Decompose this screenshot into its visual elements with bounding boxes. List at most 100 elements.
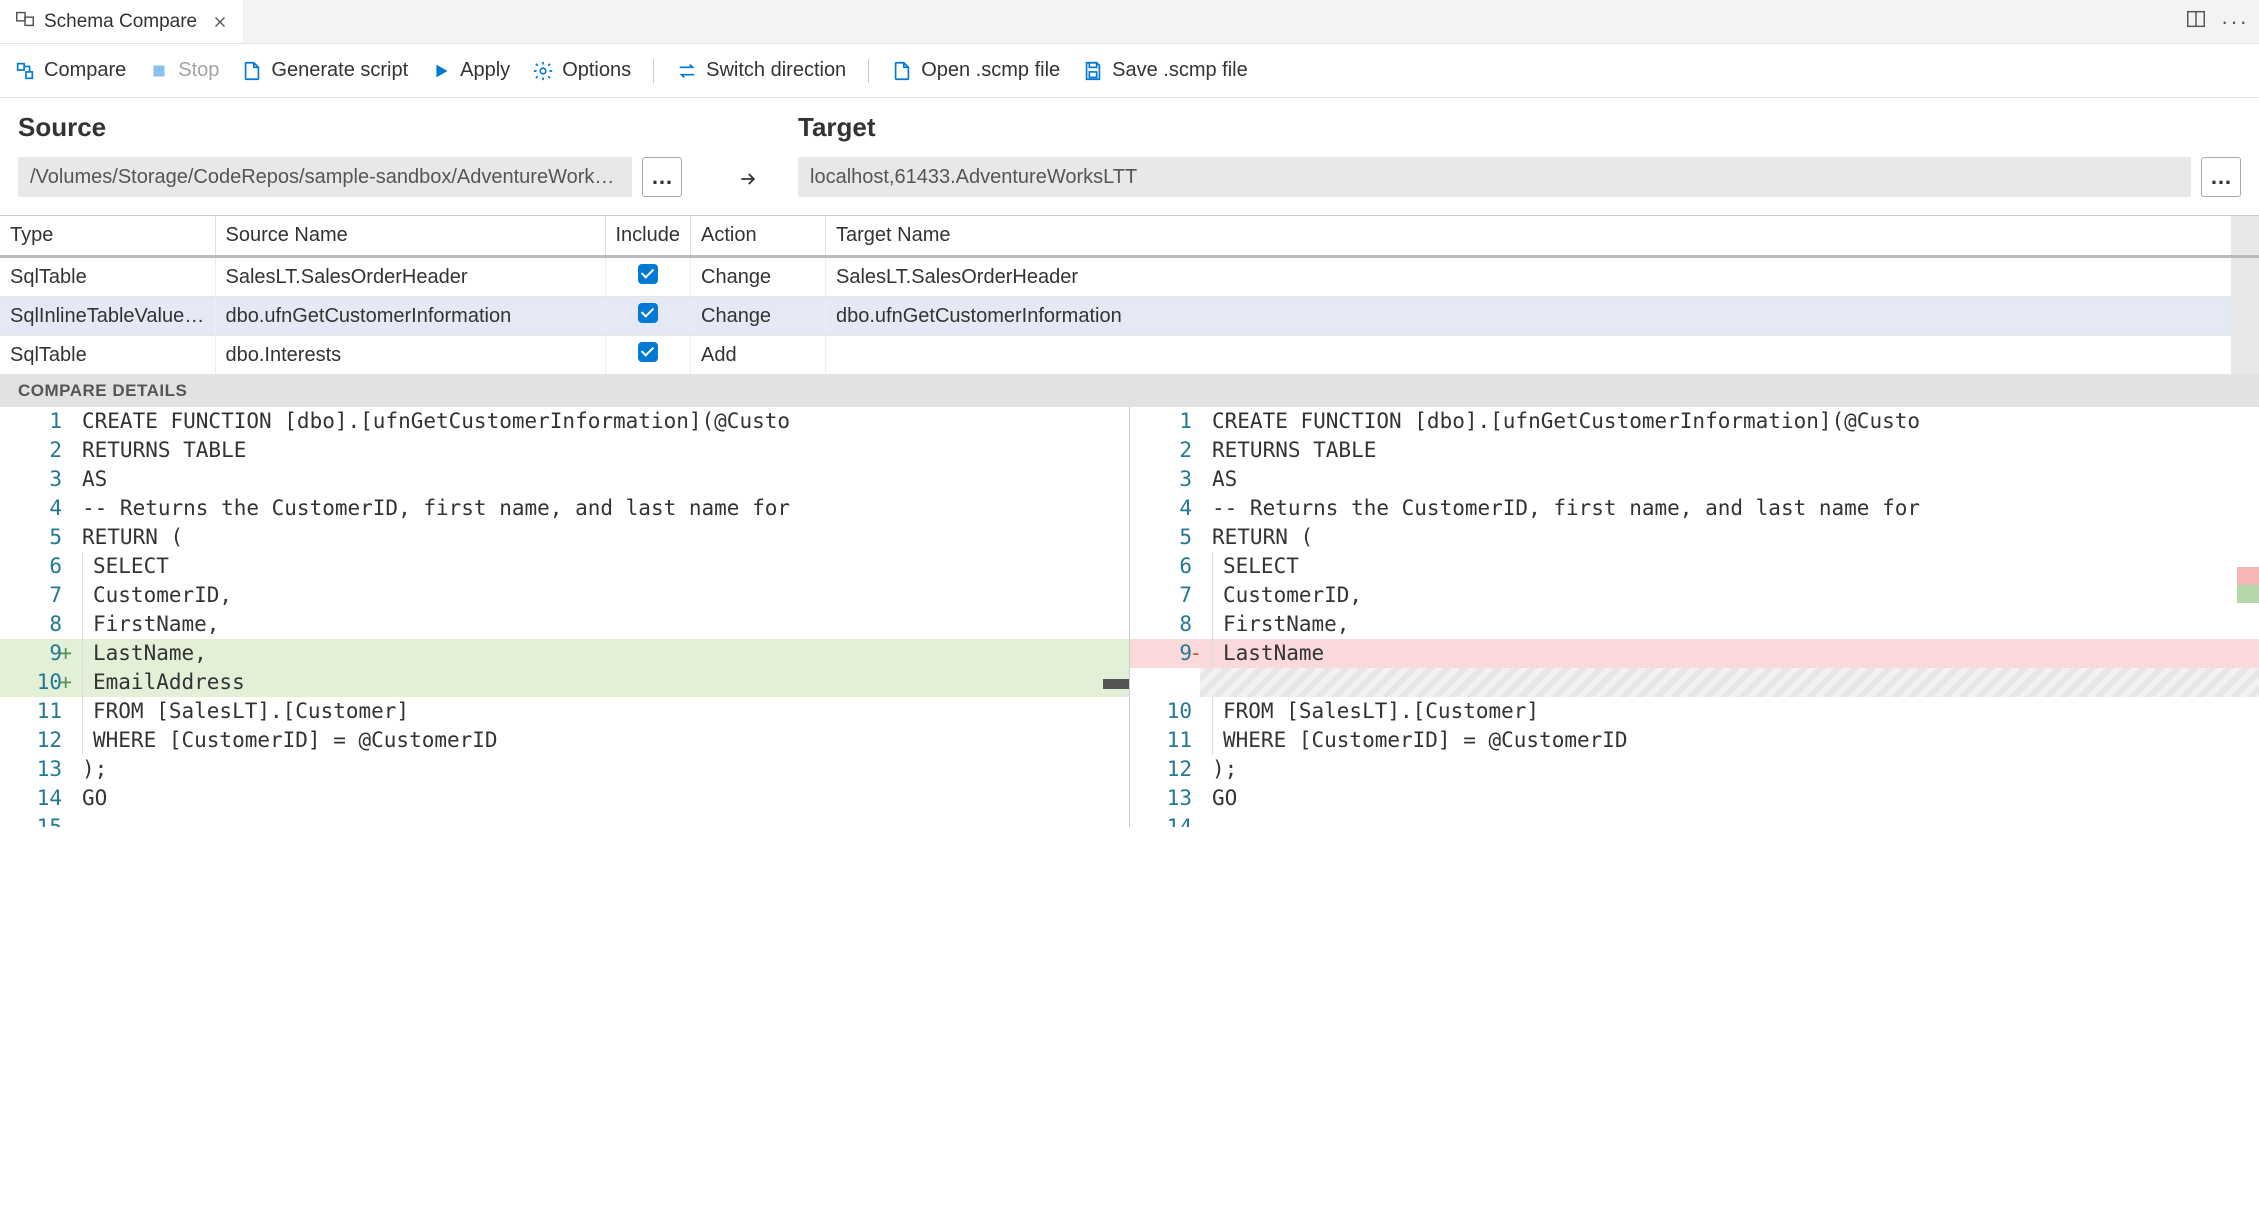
schema-compare-icon: [14, 8, 36, 36]
table-row[interactable]: SqlInlineTableValuedFu…dbo.ufnGetCustome…: [0, 297, 2259, 336]
code-text: CustomerID,: [1200, 581, 2259, 610]
source-code-pane[interactable]: 1CREATE FUNCTION [dbo].[ufnGetCustomerIn…: [0, 407, 1130, 827]
col-sourcename-header[interactable]: Source Name: [215, 216, 605, 257]
code-line: 10+EmailAddress: [0, 668, 1129, 697]
code-line: 6SELECT: [1130, 552, 2259, 581]
code-text: GO: [1200, 784, 2259, 813]
target-code-pane[interactable]: 1CREATE FUNCTION [dbo].[ufnGetCustomerIn…: [1130, 407, 2259, 827]
include-checkbox[interactable]: [638, 264, 658, 284]
target-browse-button[interactable]: …: [2201, 157, 2241, 197]
code-text: FROM [SalesLT].[Customer]: [1200, 697, 2259, 726]
scrollbar-gutter: [2231, 257, 2259, 297]
split-editor-icon[interactable]: [2185, 8, 2207, 36]
code-text: RETURNS TABLE: [70, 436, 1129, 465]
switch-label: Switch direction: [706, 59, 846, 82]
sash-marker: [1103, 679, 1129, 689]
cell-include: [605, 297, 691, 336]
gutter: 8: [0, 610, 70, 639]
code-text: RETURNS TABLE: [1200, 436, 2259, 465]
col-action-header[interactable]: Action: [691, 216, 826, 257]
more-actions-button[interactable]: ···: [2221, 9, 2249, 35]
code-text: [70, 813, 1129, 827]
code-text: WHERE [CustomerID] = @CustomerID: [70, 726, 1129, 755]
code-line: [1130, 668, 2259, 697]
code-line: 12WHERE [CustomerID] = @CustomerID: [0, 726, 1129, 755]
gutter: 3: [1130, 465, 1200, 494]
gutter: 5: [1130, 523, 1200, 552]
gutter: [1130, 668, 1200, 697]
switch-direction-button[interactable]: Switch direction: [676, 59, 846, 82]
code-line: 10FROM [SalesLT].[Customer]: [1130, 697, 2259, 726]
code-line: 13GO: [1130, 784, 2259, 813]
tab-schema-compare[interactable]: Schema Compare: [0, 0, 243, 43]
gutter: 12: [1130, 755, 1200, 784]
code-text: RETURN (: [70, 523, 1129, 552]
code-line: 4-- Returns the CustomerID, first name, …: [0, 494, 1129, 523]
direction-arrow: [698, 112, 798, 197]
cell-targetname: [826, 336, 2232, 375]
col-type-header[interactable]: Type: [0, 216, 215, 257]
source-browse-button[interactable]: …: [642, 157, 682, 197]
code-text: LastName,: [70, 639, 1129, 668]
save-scmp-button[interactable]: Save .scmp file: [1082, 59, 1248, 82]
code-text: -- Returns the CustomerID, first name, a…: [70, 494, 1129, 523]
code-line: 12);: [1130, 755, 2259, 784]
code-line: 7CustomerID,: [1130, 581, 2259, 610]
code-text: AS: [1200, 465, 2259, 494]
target-path-input[interactable]: localhost,61433.AdventureWorksLTT: [798, 157, 2191, 197]
cell-sourcename: SalesLT.SalesOrderHeader: [215, 257, 605, 297]
code-diff-panes: 1CREATE FUNCTION [dbo].[ufnGetCustomerIn…: [0, 407, 2259, 827]
gutter: 8: [1130, 610, 1200, 639]
code-line: 13);: [0, 755, 1129, 784]
gutter: 4: [0, 494, 70, 523]
open-scmp-button[interactable]: Open .scmp file: [891, 59, 1060, 82]
code-text: [1200, 813, 2259, 827]
stop-button: Stop: [148, 59, 219, 82]
code-text: LastName: [1200, 639, 2259, 668]
code-line: 8FirstName,: [1130, 610, 2259, 639]
code-line: 3AS: [1130, 465, 2259, 494]
code-text: -- Returns the CustomerID, first name, a…: [1200, 494, 2259, 523]
gutter: 4: [1130, 494, 1200, 523]
code-text: SELECT: [1200, 552, 2259, 581]
code-text: [1200, 668, 2259, 697]
open-label: Open .scmp file: [921, 59, 1060, 82]
apply-label: Apply: [460, 59, 510, 82]
options-button[interactable]: Options: [532, 59, 631, 82]
code-line: 1CREATE FUNCTION [dbo].[ufnGetCustomerIn…: [0, 407, 1129, 436]
code-text: AS: [70, 465, 1129, 494]
col-targetname-header[interactable]: Target Name: [826, 216, 2232, 257]
col-include-header[interactable]: Include: [605, 216, 691, 257]
source-path-input[interactable]: /Volumes/Storage/CodeRepos/sample-sandbo…: [18, 157, 632, 197]
code-text: CustomerID,: [70, 581, 1129, 610]
code-text: EmailAddress: [70, 668, 1129, 697]
generate-script-button[interactable]: Generate script: [241, 59, 408, 82]
generate-label: Generate script: [271, 59, 408, 82]
save-label: Save .scmp file: [1112, 59, 1248, 82]
cell-sourcename: dbo.Interests: [215, 336, 605, 375]
scrollbar-gutter[interactable]: [2231, 216, 2259, 257]
tab-close-button[interactable]: [211, 13, 229, 31]
cell-type: SqlTable: [0, 257, 215, 297]
include-checkbox[interactable]: [638, 342, 658, 362]
minimap[interactable]: [2237, 407, 2259, 827]
table-row[interactable]: SqlTableSalesLT.SalesOrderHeaderChangeSa…: [0, 257, 2259, 297]
stop-label: Stop: [178, 59, 219, 82]
code-line: 5RETURN (: [1130, 523, 2259, 552]
code-line: 1CREATE FUNCTION [dbo].[ufnGetCustomerIn…: [1130, 407, 2259, 436]
include-checkbox[interactable]: [638, 303, 658, 323]
code-line: 14GO: [0, 784, 1129, 813]
code-text: WHERE [CustomerID] = @CustomerID: [1200, 726, 2259, 755]
code-line: 7CustomerID,: [0, 581, 1129, 610]
compare-button[interactable]: Compare: [14, 59, 126, 82]
code-text: );: [70, 755, 1129, 784]
gutter: 2: [0, 436, 70, 465]
cell-type: SqlTable: [0, 336, 215, 375]
code-line: 14: [1130, 813, 2259, 827]
gutter: 14: [0, 784, 70, 813]
gutter: 1: [0, 407, 70, 436]
table-row[interactable]: SqlTabledbo.InterestsAdd: [0, 336, 2259, 375]
apply-button[interactable]: Apply: [430, 59, 510, 82]
gutter: 7: [1130, 581, 1200, 610]
cell-sourcename: dbo.ufnGetCustomerInformation: [215, 297, 605, 336]
